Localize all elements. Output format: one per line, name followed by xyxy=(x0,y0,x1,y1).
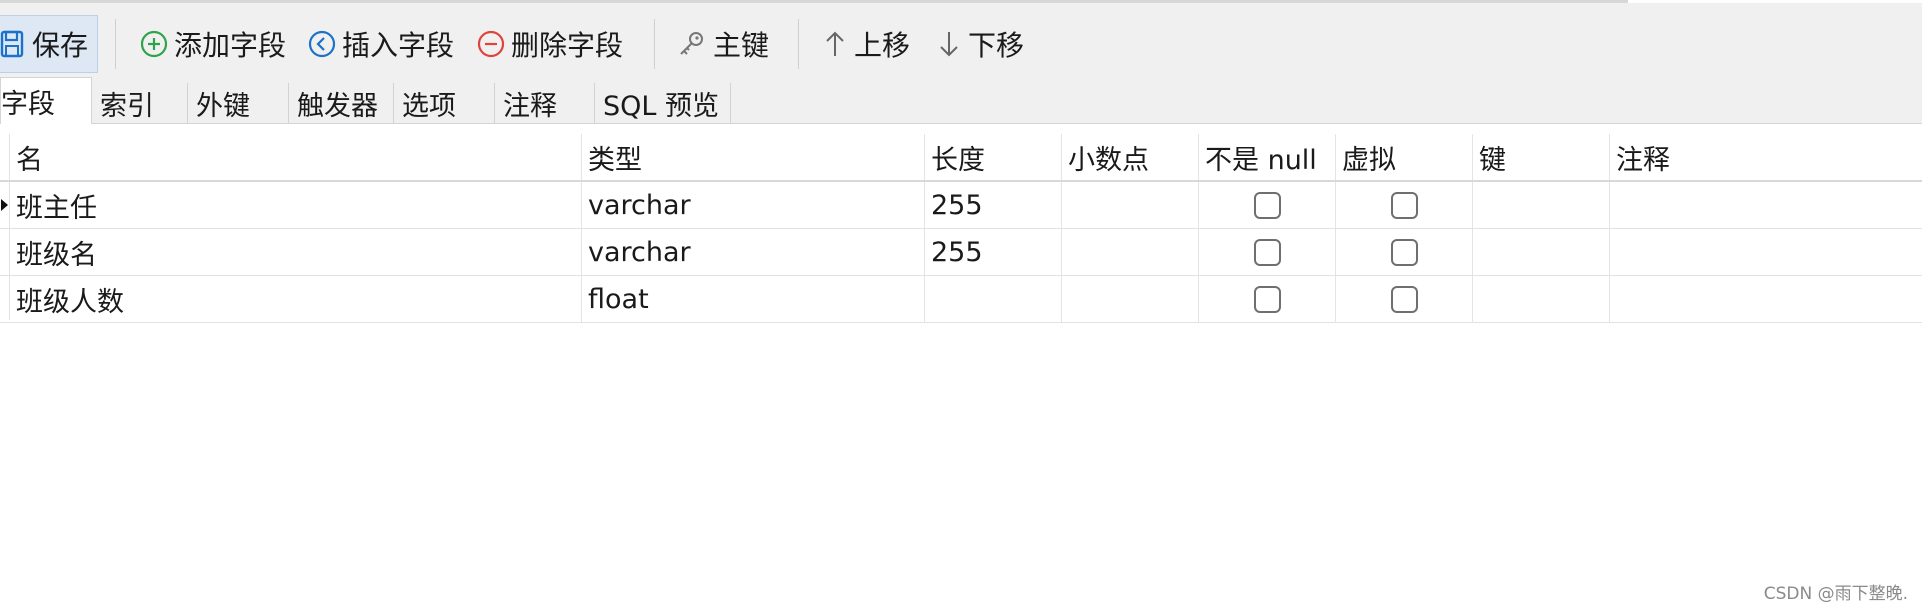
move-down-button[interactable]: 下移 xyxy=(936,15,1024,73)
table-header: 名 类型 长度 小数点 不是 null 虚拟 键 注释 xyxy=(0,134,1922,182)
arrow-up-icon xyxy=(822,29,848,59)
watermark: CSDN @雨下整晚. xyxy=(1763,584,1908,604)
virtual-checkbox[interactable] xyxy=(1390,238,1418,266)
not-null-cell xyxy=(1199,276,1336,322)
tab-foreign-keys[interactable]: 外键 xyxy=(188,83,289,123)
column-header-length[interactable]: 长度 xyxy=(925,134,1062,180)
tab-fields[interactable]: 字段 xyxy=(0,77,92,124)
field-type-cell[interactable]: varchar xyxy=(582,229,925,275)
primary-key-button[interactable]: 主键 xyxy=(677,15,769,73)
field-length-cell[interactable]: 255 xyxy=(925,182,1062,228)
delete-icon xyxy=(477,30,505,58)
delete-field-button[interactable]: 删除字段 xyxy=(477,15,623,73)
column-header-comment[interactable]: 注释 xyxy=(1610,134,1922,180)
not-null-checkbox[interactable] xyxy=(1253,191,1281,219)
field-comment-cell[interactable] xyxy=(1610,229,1922,275)
toolbar: 保存 添加字段 插入字段 删除字段 主键 上移 下移 xyxy=(0,3,1922,83)
add-field-label: 添加字段 xyxy=(174,29,287,62)
not-null-cell xyxy=(1199,229,1336,275)
virtual-checkbox[interactable] xyxy=(1390,285,1418,313)
insert-icon xyxy=(308,30,336,58)
field-type-cell[interactable]: varchar xyxy=(582,182,925,228)
field-key-cell[interactable] xyxy=(1473,182,1610,228)
field-comment-cell[interactable] xyxy=(1610,182,1922,228)
field-key-cell[interactable] xyxy=(1473,276,1610,322)
move-down-label: 下移 xyxy=(968,29,1025,62)
field-length-cell[interactable] xyxy=(925,276,1062,322)
toolbar-divider xyxy=(654,19,655,69)
field-decimal-cell[interactable] xyxy=(1062,229,1199,275)
virtual-checkbox[interactable] xyxy=(1390,191,1418,219)
field-comment-cell[interactable] xyxy=(1610,276,1922,322)
field-decimal-cell[interactable] xyxy=(1062,182,1199,228)
field-key-cell[interactable] xyxy=(1473,229,1610,275)
column-header-decimal[interactable]: 小数点 xyxy=(1062,134,1199,180)
insert-field-label: 插入字段 xyxy=(342,29,455,62)
field-name-cell[interactable]: 班级人数 xyxy=(10,276,582,322)
field-name-cell[interactable]: 班级名 xyxy=(10,229,582,275)
column-header-name[interactable]: 名 xyxy=(10,134,582,180)
current-row-indicator-icon xyxy=(1,199,8,211)
primary-key-label: 主键 xyxy=(713,29,770,62)
save-icon xyxy=(0,29,26,59)
tab-comments[interactable]: 注释 xyxy=(495,83,595,123)
field-length-cell[interactable]: 255 xyxy=(925,229,1062,275)
virtual-cell xyxy=(1336,182,1473,228)
column-header-key[interactable]: 键 xyxy=(1473,134,1610,180)
toolbar-divider xyxy=(115,19,116,69)
virtual-cell xyxy=(1336,276,1473,322)
field-name-cell[interactable]: 班主任 xyxy=(10,182,582,228)
arrow-down-icon xyxy=(936,29,962,59)
insert-field-button[interactable]: 插入字段 xyxy=(308,15,454,73)
key-icon xyxy=(677,29,707,59)
column-header-not-null[interactable]: 不是 null xyxy=(1199,134,1336,180)
move-up-button[interactable]: 上移 xyxy=(822,15,910,73)
tab-sql-preview[interactable]: SQL 预览 xyxy=(595,83,731,123)
save-button[interactable]: 保存 xyxy=(0,15,98,73)
column-header-virtual[interactable]: 虚拟 xyxy=(1336,134,1473,180)
delete-field-label: 删除字段 xyxy=(511,29,624,62)
tab-options[interactable]: 选项 xyxy=(394,83,495,123)
add-icon xyxy=(140,30,168,58)
virtual-cell xyxy=(1336,229,1473,275)
fields-table: 名 类型 长度 小数点 不是 null 虚拟 键 注释 班主任 varchar … xyxy=(0,134,1922,323)
not-null-checkbox[interactable] xyxy=(1253,285,1281,313)
not-null-checkbox[interactable] xyxy=(1253,238,1281,266)
save-label: 保存 xyxy=(32,29,89,62)
column-header-type[interactable]: 类型 xyxy=(582,134,925,180)
tab-indexes[interactable]: 索引 xyxy=(92,83,188,123)
tab-bar: 字段 索引 外键 触发器 选项 注释 SQL 预览 xyxy=(0,77,1922,124)
toolbar-divider xyxy=(798,19,799,69)
table-row[interactable]: 班级名 varchar 255 xyxy=(0,229,1922,276)
field-decimal-cell[interactable] xyxy=(1062,276,1199,322)
table-row[interactable]: 班主任 varchar 255 xyxy=(0,182,1922,229)
move-up-label: 上移 xyxy=(854,29,911,62)
table-row[interactable]: 班级人数 float xyxy=(0,276,1922,323)
not-null-cell xyxy=(1199,182,1336,228)
field-type-cell[interactable]: float xyxy=(582,276,925,322)
add-field-button[interactable]: 添加字段 xyxy=(140,15,286,73)
tab-triggers[interactable]: 触发器 xyxy=(289,83,394,123)
